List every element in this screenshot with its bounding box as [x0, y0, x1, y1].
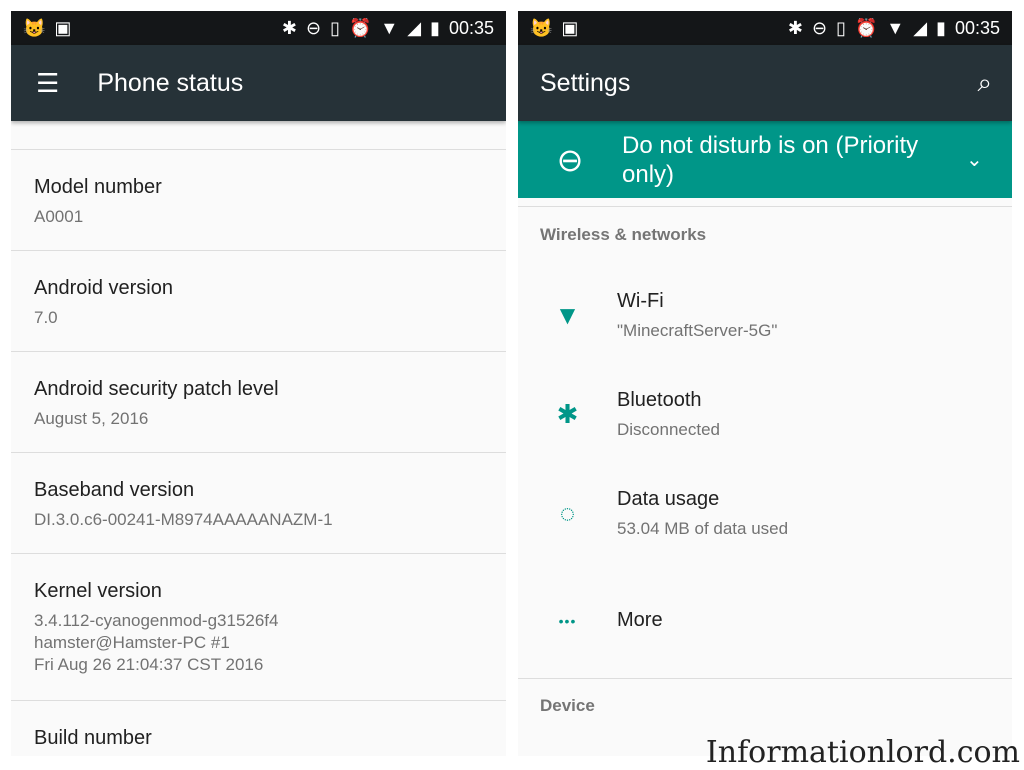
item-title: Baseband version	[34, 479, 195, 501]
bluetooth-icon: ✱	[787, 17, 803, 38]
vibrate-icon: ▯	[836, 17, 846, 38]
dnd-icon: ⊖	[305, 17, 322, 38]
settings-item[interactable]: ▼ Wi-Fi "MinecraftServer-5G"	[518, 266, 1012, 365]
page-title: Phone status	[97, 68, 244, 97]
menu-icon[interactable]: ☰	[36, 68, 59, 99]
list-item[interactable]: Build number	[11, 700, 506, 756]
dnd-icon: ⊖	[811, 17, 828, 38]
item-title: Android security patch level	[34, 378, 279, 400]
item-title: Wi-Fi	[617, 289, 664, 312]
data-usage-icon: ◌	[559, 498, 576, 528]
wifi-icon: ▼	[380, 17, 399, 38]
signal-icon: ◢	[913, 17, 928, 38]
chevron-down-icon[interactable]: ⌄	[966, 147, 983, 172]
dnd-banner[interactable]: ⊖ Do not disturb is on (Priority only) ⌄	[518, 121, 1012, 198]
item-value: Disconnected	[617, 419, 721, 439]
clock: 00:35	[448, 17, 494, 38]
search-icon[interactable]: ⌕	[977, 67, 992, 99]
list-item[interactable]: Android security patch level August 5, 20…	[11, 351, 506, 452]
item-value: A0001	[34, 207, 84, 226]
list-item[interactable]: Android version 7.0	[11, 250, 506, 351]
list-item[interactable]: Kernel version 3.4.112-cyanogenmod-g31526…	[11, 553, 506, 700]
item-title: Kernel version	[34, 580, 162, 602]
settings-item[interactable]: ◌ Data usage 53.04 MB of data used	[518, 464, 1012, 563]
dnd-text: Do not disturb is on (Priority only)	[622, 131, 919, 188]
settings-item[interactable]: ✱ Bluetooth Disconnected	[518, 365, 1012, 464]
cat-icon: 😺	[530, 17, 553, 38]
status-bar: 😺 ▣ ✱ ⊖ ▯ ⏰ ▼ ◢ ▮ 00:35	[518, 11, 1012, 45]
item-value: 53.04 MB of data used	[617, 518, 789, 538]
item-value: "MinecraftServer-5G"	[617, 320, 778, 340]
alarm-icon: ⏰	[348, 17, 372, 38]
signal-icon: ◢	[407, 17, 422, 38]
item-value: DI.3.0.c6-00241-M8974AAAAANAZM-1	[34, 510, 333, 529]
image-icon: ▣	[561, 17, 579, 38]
list-item[interactable]: Model number A0001	[11, 149, 506, 250]
status-bar: 😺 ▣ ✱ ⊖ ▯ ⏰ ▼ ◢ ▮ 00:35	[11, 11, 506, 45]
bluetooth-icon: ✱	[556, 399, 579, 429]
scrolled-item	[11, 121, 506, 149]
item-value: 7.0	[34, 308, 58, 327]
wifi-icon: ▼	[554, 300, 581, 330]
watermark: Informationlord.com	[705, 735, 1020, 770]
list-item[interactable]: Baseband version DI.3.0.c6-00241-M8974AAA…	[11, 452, 506, 553]
settings-screen: 😺 ▣ ✱ ⊖ ▯ ⏰ ▼ ◢ ▮ 00:35 Settings ⌕ ⊖ Do not dis…	[518, 11, 1012, 756]
image-icon: ▣	[54, 17, 72, 38]
section-header: Wireless & networks	[518, 206, 1012, 266]
more-icon: •••	[558, 612, 577, 629]
clock: 00:35	[954, 17, 1000, 38]
vibrate-icon: ▯	[330, 17, 340, 38]
battery-icon: ▮	[430, 17, 440, 38]
cat-icon: 😺	[23, 17, 46, 38]
item-title: Data usage	[617, 487, 720, 510]
alarm-icon: ⏰	[854, 17, 878, 38]
item-value: 3.4.112-cyanogenmod-g31526f4 hamster@Ham…	[34, 611, 279, 674]
item-title: More	[617, 609, 663, 631]
bluetooth-icon: ✱	[281, 17, 297, 38]
section-header: Device	[518, 678, 1012, 716]
item-title: Bluetooth	[617, 388, 702, 411]
item-title: Build number	[34, 727, 152, 749]
page-title: Settings	[540, 68, 631, 97]
phone-status-screen: 😺 ▣ ✱ ⊖ ▯ ⏰ ▼ ◢ ▮ 00:35 ☰ Phone status Model nu…	[11, 11, 506, 756]
wifi-icon: ▼	[886, 17, 905, 38]
item-value: August 5, 2016	[34, 409, 149, 428]
item-title: Android version	[34, 277, 173, 299]
app-bar: ☰ Phone status	[11, 45, 506, 121]
dnd-icon: ⊖	[556, 141, 584, 178]
app-bar: Settings ⌕	[518, 45, 1012, 121]
item-title: Model number	[34, 176, 162, 198]
settings-item[interactable]: ••• More	[518, 563, 1012, 678]
battery-icon: ▮	[936, 17, 946, 38]
